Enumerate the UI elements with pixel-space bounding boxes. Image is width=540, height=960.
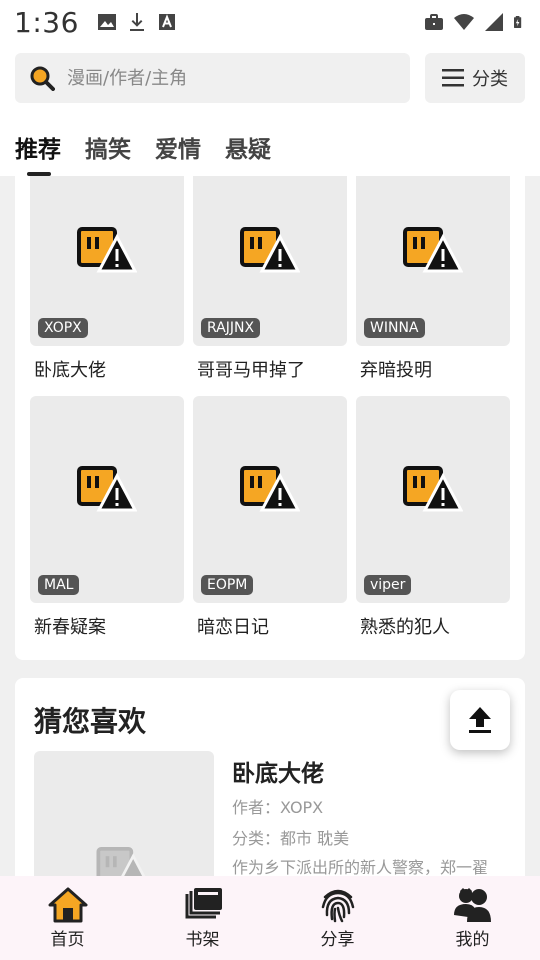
nav-bookshelf-label: 书架 <box>185 929 220 950</box>
tab-romance[interactable]: 爱情 <box>155 130 201 164</box>
comic-cover[interactable]: WINNA <box>356 176 510 346</box>
tab-recommend[interactable]: 推荐 <box>15 130 61 176</box>
briefcase-icon <box>425 14 443 30</box>
download-icon <box>129 13 144 31</box>
comic-title[interactable]: 哥哥马甲掉了 <box>193 356 347 382</box>
back-to-top-button[interactable] <box>450 690 510 750</box>
tab-funny[interactable]: 搞笑 <box>85 130 131 164</box>
bottom-navigation: 首页 书架 分享 我的 <box>0 876 540 960</box>
nav-profile[interactable]: 我的 <box>405 876 540 960</box>
category-button[interactable]: 分类 <box>425 53 525 103</box>
comic-grid: XOPX 卧底大佬 RAJJNX 哥哥马甲掉了 WINNA 弃暗投明 MAL 新… <box>15 176 525 660</box>
nav-share-label: 分享 <box>320 929 355 950</box>
search-input[interactable] <box>67 67 387 89</box>
recommended-author: 作者：XOPX <box>232 798 324 817</box>
category-label: 分类 <box>472 69 508 90</box>
recommended-description: 作为乡下派出所的新人警察，郑一翟 <box>232 858 489 877</box>
wifi-icon <box>454 14 474 30</box>
nav-home[interactable]: 首页 <box>0 876 135 960</box>
image-icon <box>97 14 116 30</box>
nav-bookshelf[interactable]: 书架 <box>135 876 270 960</box>
comic-item[interactable]: viper 熟悉的犯人 <box>356 396 510 639</box>
bookshelf-icon <box>185 887 222 918</box>
comic-cover[interactable]: EOPM <box>193 396 347 603</box>
comic-item[interactable]: XOPX 卧底大佬 <box>30 176 184 382</box>
comic-cover[interactable]: viper <box>356 396 510 603</box>
battery-icon <box>514 16 522 28</box>
nav-share[interactable]: 分享 <box>270 876 405 960</box>
nav-home-label: 首页 <box>50 929 85 950</box>
signal-icon <box>485 13 503 31</box>
section-title: 猜您喜欢 <box>34 705 147 738</box>
comic-item[interactable]: WINNA 弃暗投明 <box>356 176 510 382</box>
header: 分类 推荐 搞笑 爱情 悬疑 <box>0 44 540 176</box>
category-tabs: 推荐 搞笑 爱情 悬疑 <box>15 130 271 176</box>
status-bar: 1:36 <box>0 0 540 44</box>
broken-image-icon <box>240 227 300 273</box>
status-time: 1:36 <box>14 5 79 39</box>
comic-title[interactable]: 弃暗投明 <box>356 356 510 382</box>
recommended-title[interactable]: 卧底大佬 <box>232 754 324 788</box>
comic-title[interactable]: 熟悉的犯人 <box>356 613 510 639</box>
broken-image-icon <box>240 465 300 511</box>
comic-title[interactable]: 新春疑案 <box>30 613 184 639</box>
people-icon <box>453 887 491 922</box>
broken-image-icon <box>77 465 137 511</box>
tab-mystery[interactable]: 悬疑 <box>225 130 271 164</box>
font-icon <box>158 14 175 30</box>
broken-image-icon <box>403 465 463 511</box>
comic-cover[interactable]: MAL <box>30 396 184 603</box>
broken-image-icon <box>403 227 463 273</box>
comic-item[interactable]: EOPM 暗恋日记 <box>193 396 347 639</box>
comic-item[interactable]: MAL 新春疑案 <box>30 396 184 639</box>
recommendation-section: 猜您喜欢 卧底大佬 作者：XOPX 分类：都市 耽美 作为乡下派出所的新人警察，… <box>15 678 525 898</box>
author-tag: XOPX <box>38 318 88 338</box>
author-tag: RAJJNX <box>201 318 261 338</box>
home-icon <box>48 887 87 922</box>
comic-title[interactable]: 暗恋日记 <box>193 613 347 639</box>
author-tag: viper <box>364 575 412 595</box>
comic-title[interactable]: 卧底大佬 <box>30 356 184 382</box>
recommended-category: 分类：都市 耽美 <box>232 829 350 848</box>
broken-image-icon <box>77 227 137 273</box>
upload-arrow-icon <box>469 707 491 733</box>
menu-icon <box>442 69 464 87</box>
nav-profile-label: 我的 <box>455 929 490 950</box>
fingerprint-icon <box>321 889 354 922</box>
author-tag: WINNA <box>364 318 425 338</box>
search-bar[interactable] <box>15 53 410 103</box>
comic-cover[interactable]: XOPX <box>30 176 184 346</box>
comic-item[interactable]: RAJJNX 哥哥马甲掉了 <box>193 176 347 382</box>
search-icon <box>30 66 55 91</box>
author-tag: EOPM <box>201 575 254 595</box>
author-tag: MAL <box>38 575 80 595</box>
comic-cover[interactable]: RAJJNX <box>193 176 347 346</box>
